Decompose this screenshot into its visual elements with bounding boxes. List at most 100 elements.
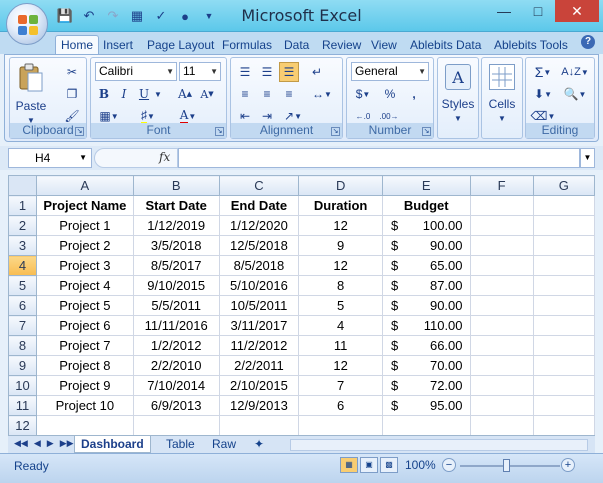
number-launcher-icon[interactable]: ↘ xyxy=(422,127,431,136)
office-button[interactable] xyxy=(6,3,48,45)
fill-icon[interactable]: ⬇ ▼ xyxy=(530,84,556,104)
underline-button[interactable]: U xyxy=(135,84,153,104)
cell[interactable] xyxy=(469,195,534,216)
cell[interactable] xyxy=(532,395,595,416)
cell-budget[interactable]: $90.00 xyxy=(381,295,471,316)
bold-button[interactable]: B xyxy=(95,84,113,104)
cut-icon[interactable]: ✂ xyxy=(62,62,82,82)
first-sheet-icon[interactable]: ◀◀ xyxy=(14,438,28,449)
row-header[interactable]: 12 xyxy=(8,415,37,435)
percent-button[interactable]: % xyxy=(381,84,399,104)
cell-duration[interactable]: 12 xyxy=(298,355,383,376)
clipboard-launcher-icon[interactable]: ↘ xyxy=(75,127,84,136)
cells-group[interactable]: Cells ▼ xyxy=(481,57,523,139)
cell[interactable] xyxy=(469,375,534,396)
grow-font-button[interactable]: A ▲ xyxy=(175,84,195,104)
tab-formulas[interactable]: Formulas xyxy=(222,35,272,54)
cell[interactable] xyxy=(532,195,595,216)
header-cell-duration[interactable]: Duration xyxy=(298,195,383,216)
column-header-e[interactable]: E xyxy=(381,175,471,196)
cell-project-name[interactable]: Project 2 xyxy=(35,235,134,256)
cell-end-date[interactable]: 12/5/2018 xyxy=(218,235,300,256)
cell[interactable] xyxy=(132,415,220,435)
tab-review[interactable]: Review xyxy=(322,35,361,54)
select-all-button[interactable] xyxy=(8,175,37,196)
cell[interactable] xyxy=(532,275,595,296)
row-header[interactable]: 6 xyxy=(8,295,37,316)
cell-start-date[interactable]: 1/12/2019 xyxy=(132,215,220,236)
column-header-c[interactable]: C xyxy=(218,175,300,196)
cell[interactable] xyxy=(532,375,595,396)
align-top-icon[interactable]: ☰ xyxy=(235,62,255,82)
cell-start-date[interactable]: 2/2/2010 xyxy=(132,355,220,376)
cell-budget[interactable]: $110.00 xyxy=(381,315,471,336)
cell-budget[interactable]: $70.00 xyxy=(381,355,471,376)
header-cell-end-date[interactable]: End Date xyxy=(218,195,300,216)
cell-duration[interactable]: 4 xyxy=(298,315,383,336)
cell-start-date[interactable]: 9/10/2015 xyxy=(132,275,220,296)
cell[interactable] xyxy=(469,315,534,336)
insert-sheet-icon[interactable]: ✦ xyxy=(248,436,270,453)
page-break-view-icon[interactable]: ▩ xyxy=(380,457,398,473)
maximize-button[interactable]: □ xyxy=(521,0,555,22)
tab-view[interactable]: View xyxy=(371,35,397,54)
cell-start-date[interactable]: 3/5/2018 xyxy=(132,235,220,256)
zoom-level[interactable]: 100% xyxy=(405,458,436,472)
cell[interactable] xyxy=(469,335,534,356)
cell[interactable] xyxy=(532,235,595,256)
font-name-combo[interactable]: Calibri ▼ xyxy=(95,62,177,81)
cell[interactable] xyxy=(532,355,595,376)
cell[interactable] xyxy=(532,295,595,316)
styles-group[interactable]: A Styles ▼ xyxy=(437,57,479,139)
tab-insert[interactable]: Insert xyxy=(103,35,133,54)
sort-filter-icon[interactable]: A↓Z ▼ xyxy=(560,62,590,82)
zoom-in-icon[interactable]: + xyxy=(561,458,575,472)
header-cell-budget[interactable]: Budget xyxy=(381,195,471,216)
align-center-icon[interactable]: ≡ xyxy=(257,84,277,104)
cell-end-date[interactable]: 11/2/2012 xyxy=(218,335,300,356)
row-header[interactable]: 5 xyxy=(8,275,37,296)
cell-budget[interactable]: $66.00 xyxy=(381,335,471,356)
cell[interactable] xyxy=(532,335,595,356)
cell-end-date[interactable]: 8/5/2018 xyxy=(218,255,300,276)
cell[interactable] xyxy=(532,415,595,435)
shrink-font-button[interactable]: A ▼ xyxy=(197,84,217,104)
worksheet-grid[interactable]: A B C D E F G 1 Project Name Start Date … xyxy=(8,175,595,435)
cell-duration[interactable]: 9 xyxy=(298,235,383,256)
currency-button[interactable]: $ ▼ xyxy=(351,84,375,104)
cell[interactable] xyxy=(532,255,595,276)
close-button[interactable]: ✕ xyxy=(555,0,599,22)
italic-button[interactable]: I xyxy=(115,84,133,104)
zoom-slider-thumb[interactable] xyxy=(503,459,510,472)
row-header[interactable]: 9 xyxy=(8,355,37,376)
header-cell-project-name[interactable]: Project Name xyxy=(35,195,134,216)
cell[interactable] xyxy=(469,215,534,236)
tab-ablebits-tools[interactable]: Ablebits Tools xyxy=(494,35,568,54)
cell[interactable] xyxy=(381,415,471,435)
name-box[interactable]: H4 ▼ xyxy=(8,148,92,168)
cell-end-date[interactable]: 3/11/2017 xyxy=(218,315,300,336)
cell-project-name[interactable]: Project 1 xyxy=(35,215,134,236)
cell[interactable] xyxy=(532,315,595,336)
cell[interactable] xyxy=(469,275,534,296)
cell-duration[interactable]: 12 xyxy=(298,215,383,236)
zoom-slider[interactable] xyxy=(460,465,560,467)
cell-start-date[interactable]: 7/10/2014 xyxy=(132,375,220,396)
expand-formula-bar-icon[interactable]: ▼ xyxy=(580,148,595,168)
cell[interactable] xyxy=(469,235,534,256)
help-icon[interactable]: ? xyxy=(581,35,595,49)
underline-dropdown-icon[interactable]: ▼ xyxy=(153,84,163,104)
row-header[interactable]: 10 xyxy=(8,375,37,396)
cell-end-date[interactable]: 12/9/2013 xyxy=(218,395,300,416)
wrap-text-icon[interactable]: ↵ xyxy=(307,62,327,82)
cell-end-date[interactable]: 2/2/2011 xyxy=(218,355,300,376)
align-left-icon[interactable]: ≡ xyxy=(235,84,255,104)
cell-project-name[interactable]: Project 4 xyxy=(35,275,134,296)
tab-ablebits-data[interactable]: Ablebits Data xyxy=(410,35,481,54)
column-header-g[interactable]: G xyxy=(532,175,595,196)
cell-start-date[interactable]: 11/11/2016 xyxy=(132,315,220,336)
align-bottom-icon[interactable]: ☰ xyxy=(279,62,299,82)
paste-icon[interactable] xyxy=(16,62,46,94)
cell-budget[interactable]: $100.00 xyxy=(381,215,471,236)
number-format-combo[interactable]: General ▼ xyxy=(351,62,429,81)
